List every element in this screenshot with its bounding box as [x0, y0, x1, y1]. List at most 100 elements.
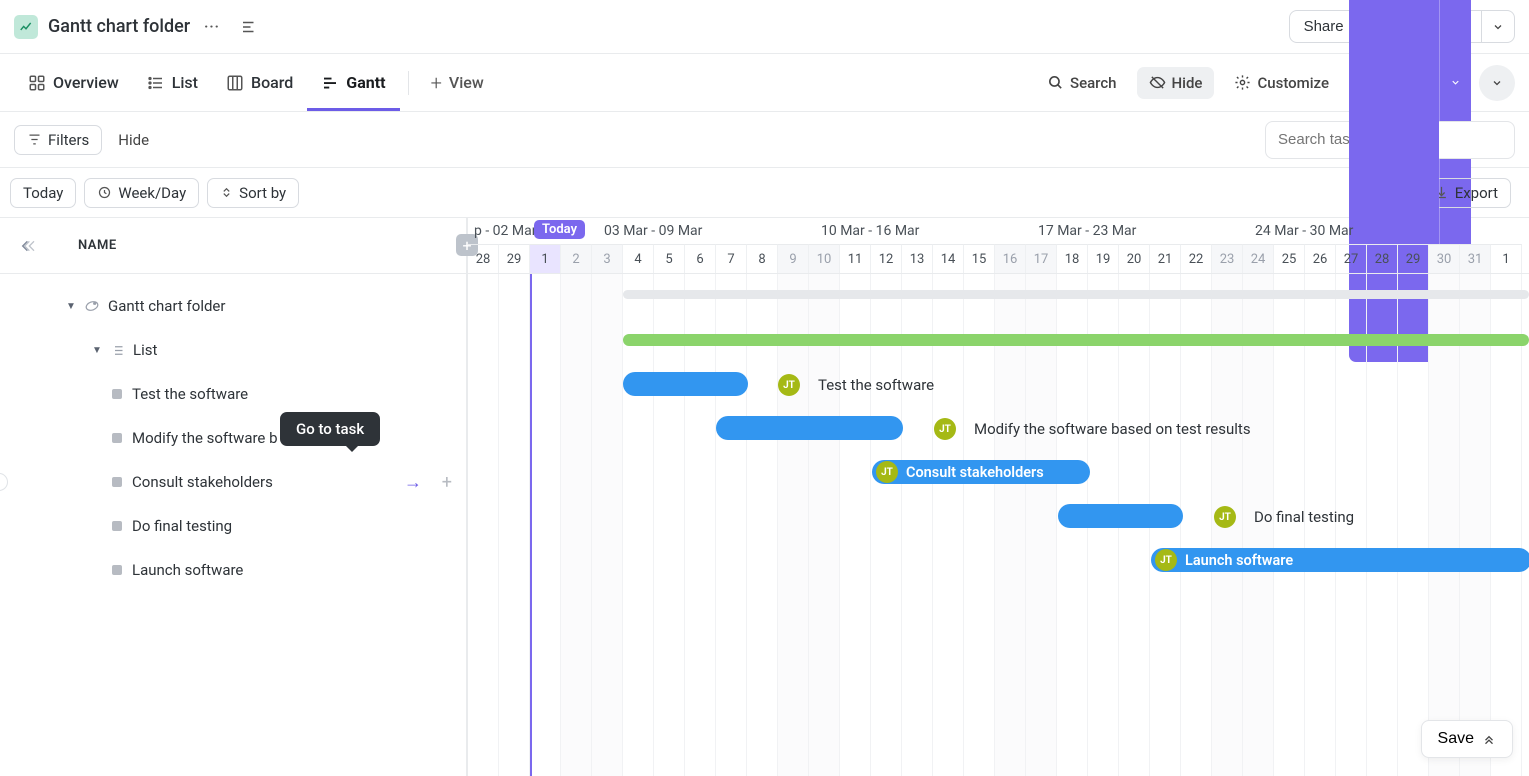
search-toggle[interactable]: Search — [1035, 67, 1129, 99]
bar-label: Launch software — [1185, 552, 1293, 569]
status-square — [112, 477, 122, 487]
more-icon[interactable]: ··· — [200, 19, 224, 35]
sort-button[interactable]: Sort by — [207, 178, 299, 208]
chevron-down-icon — [1450, 77, 1461, 88]
day-header: 24 — [1243, 244, 1274, 273]
week-label: 24 Mar - 30 Mar — [1249, 223, 1466, 239]
day-header: 7 — [716, 244, 747, 273]
gantt-timeline[interactable]: p - 02 Mar03 Mar - 09 Mar10 Mar - 16 Mar… — [468, 218, 1529, 776]
day-header: 26 — [1305, 244, 1336, 273]
tree-list-label: List — [133, 341, 157, 359]
day-header: 13 — [902, 244, 933, 273]
main-area: NAME + ▼ Gantt chart folder ▼ List Test … — [0, 218, 1529, 776]
tree-folder-row[interactable]: ▼ Gantt chart folder — [0, 284, 466, 328]
bar-label-outside: JTDo final testing — [1214, 506, 1354, 528]
task-row[interactable]: Launch software — [0, 548, 466, 592]
status-square — [112, 433, 122, 443]
day-header: 29 — [499, 244, 530, 273]
sidebar-header: NAME + — [0, 218, 466, 274]
gantt-bar[interactable] — [1058, 504, 1183, 528]
task-row[interactable]: Consult stakeholders → + — [0, 460, 466, 504]
gantt-bar[interactable]: JT Launch software — [1151, 548, 1529, 572]
tooltip-text: Go to task — [296, 420, 364, 438]
bar-label: Consult stakeholders — [906, 464, 1044, 481]
gantt-bar[interactable] — [716, 416, 903, 440]
day-header: 1 — [1491, 244, 1522, 273]
tab-overview[interactable]: Overview — [14, 54, 133, 111]
page-title: Gantt chart folder — [48, 16, 190, 37]
save-button[interactable]: Save — [1421, 720, 1513, 758]
collapse-icon[interactable] — [240, 18, 258, 36]
task-row[interactable]: Test the software — [0, 372, 466, 416]
task-label: Test the software — [132, 385, 248, 403]
bar-row: JT Modify the software based on test resu… — [468, 406, 1529, 450]
bar-label: Modify the software based on test result… — [974, 420, 1251, 438]
caret-down-icon[interactable]: ▼ — [92, 345, 102, 356]
hide-toggle[interactable]: Hide — [1137, 67, 1215, 99]
day-header: 17 — [1026, 244, 1057, 273]
day-header: 31 — [1460, 244, 1491, 273]
day-header: 19 — [1088, 244, 1119, 273]
filter-icon — [27, 132, 42, 147]
list-summary-bar[interactable] — [623, 334, 1529, 346]
status-square — [112, 565, 122, 575]
day-header: 22 — [1181, 244, 1212, 273]
export-label: Export — [1455, 184, 1498, 202]
expand-icon[interactable] — [20, 238, 36, 254]
day-header: 27 — [1336, 244, 1367, 273]
gantt-bar[interactable]: JTConsult stakeholders — [872, 460, 1090, 484]
day-header: 5 — [654, 244, 685, 273]
caret-down-icon[interactable]: ▼ — [66, 301, 76, 312]
task-sidebar: NAME + ▼ Gantt chart folder ▼ List Test … — [0, 218, 468, 776]
tab-list[interactable]: List — [133, 54, 212, 111]
day-header: 18 — [1057, 244, 1088, 273]
customize-button[interactable]: Customize — [1222, 67, 1341, 99]
bar-row — [468, 318, 1529, 362]
hide-icon — [1149, 74, 1166, 91]
day-header: 25 — [1274, 244, 1305, 273]
day-header: 15 — [964, 244, 995, 273]
sort-icon — [220, 186, 233, 199]
avatar: JT — [1155, 549, 1177, 571]
tree-list-row[interactable]: ▼ List — [0, 328, 466, 372]
sort-label: Sort by — [239, 184, 286, 202]
chevron-double-up-icon — [1482, 732, 1496, 746]
task-row[interactable]: Do final testing — [0, 504, 466, 548]
separator — [408, 71, 409, 95]
bar-label: Do final testing — [1254, 508, 1354, 526]
folder-chart-icon — [14, 15, 38, 39]
tab-gantt-label: Gantt — [346, 73, 385, 92]
gantt-bar[interactable] — [623, 372, 748, 396]
tooltip: Go to task — [280, 412, 380, 446]
search-label: Search — [1070, 74, 1117, 92]
summary-bar[interactable] — [623, 290, 1529, 299]
tab-board[interactable]: Board — [212, 54, 307, 111]
day-header: 10 — [809, 244, 840, 273]
board-icon — [226, 74, 244, 92]
goto-task-icon[interactable]: → — [404, 472, 422, 493]
hide-link[interactable]: Hide — [118, 131, 149, 149]
add-subtask-icon[interactable]: + — [442, 472, 452, 493]
zoom-button[interactable]: Week/Day — [84, 178, 199, 208]
today-label: Today — [23, 184, 63, 202]
avatar: JT — [934, 418, 956, 440]
more-round-button[interactable] — [1479, 65, 1515, 101]
tab-gantt[interactable]: Gantt — [307, 54, 399, 111]
day-header: 28 — [468, 244, 499, 273]
row-handle[interactable] — [0, 473, 8, 491]
add-view[interactable]: + View — [417, 54, 498, 111]
day-header: 1 — [530, 244, 561, 273]
day-header: 20 — [1119, 244, 1150, 273]
tab-list-label: List — [172, 73, 198, 92]
task-row[interactable]: Modify the software b Go to task — [0, 416, 466, 460]
folder-icon — [84, 298, 100, 314]
gear-icon — [1234, 74, 1251, 91]
zoom-icon — [97, 185, 112, 200]
day-header: 8 — [747, 244, 778, 273]
today-button[interactable]: Today — [10, 178, 76, 208]
avatar: JT — [778, 374, 800, 396]
task-label: Consult stakeholders — [132, 473, 273, 491]
bar-label-outside: JT Modify the software based on test resu… — [934, 418, 1251, 440]
filters-button[interactable]: Filters — [14, 125, 102, 155]
tab-overview-label: Overview — [53, 73, 119, 92]
